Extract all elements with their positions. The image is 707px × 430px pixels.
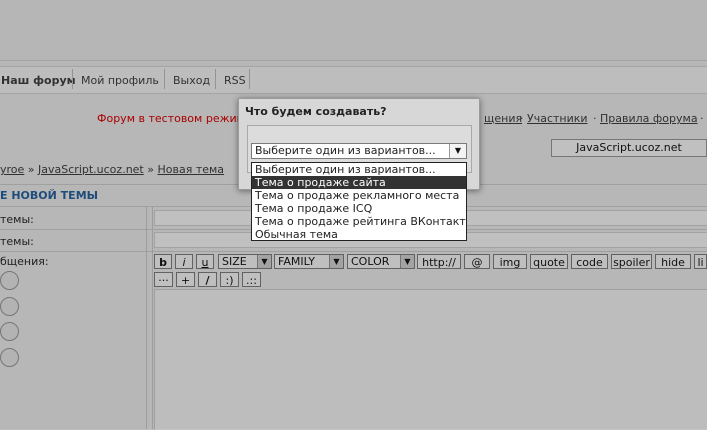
dialog-title: Что будем создавать? (245, 105, 387, 118)
topic-type-options: Выберите один из вариантов... Тема о про… (251, 162, 467, 241)
option-regular-topic[interactable]: Обычная тема (252, 228, 466, 241)
topic-type-select[interactable]: Выберите один из вариантов... ▼ (251, 143, 467, 159)
option-ad-space-sale[interactable]: Тема о продаже рекламного места (252, 189, 466, 202)
option-placeholder[interactable]: Выберите один из вариантов... (252, 163, 466, 176)
option-icq-sale[interactable]: Тема о продаже ICQ (252, 202, 466, 215)
chevron-down-icon[interactable]: ▼ (449, 144, 466, 158)
option-site-sale[interactable]: Тема о продаже сайта (252, 176, 466, 189)
topic-type-select-value: Выберите один из вариантов... (255, 144, 436, 157)
option-vk-rating-sale[interactable]: Тема о продаже рейтинга ВКонтакте (252, 215, 466, 228)
